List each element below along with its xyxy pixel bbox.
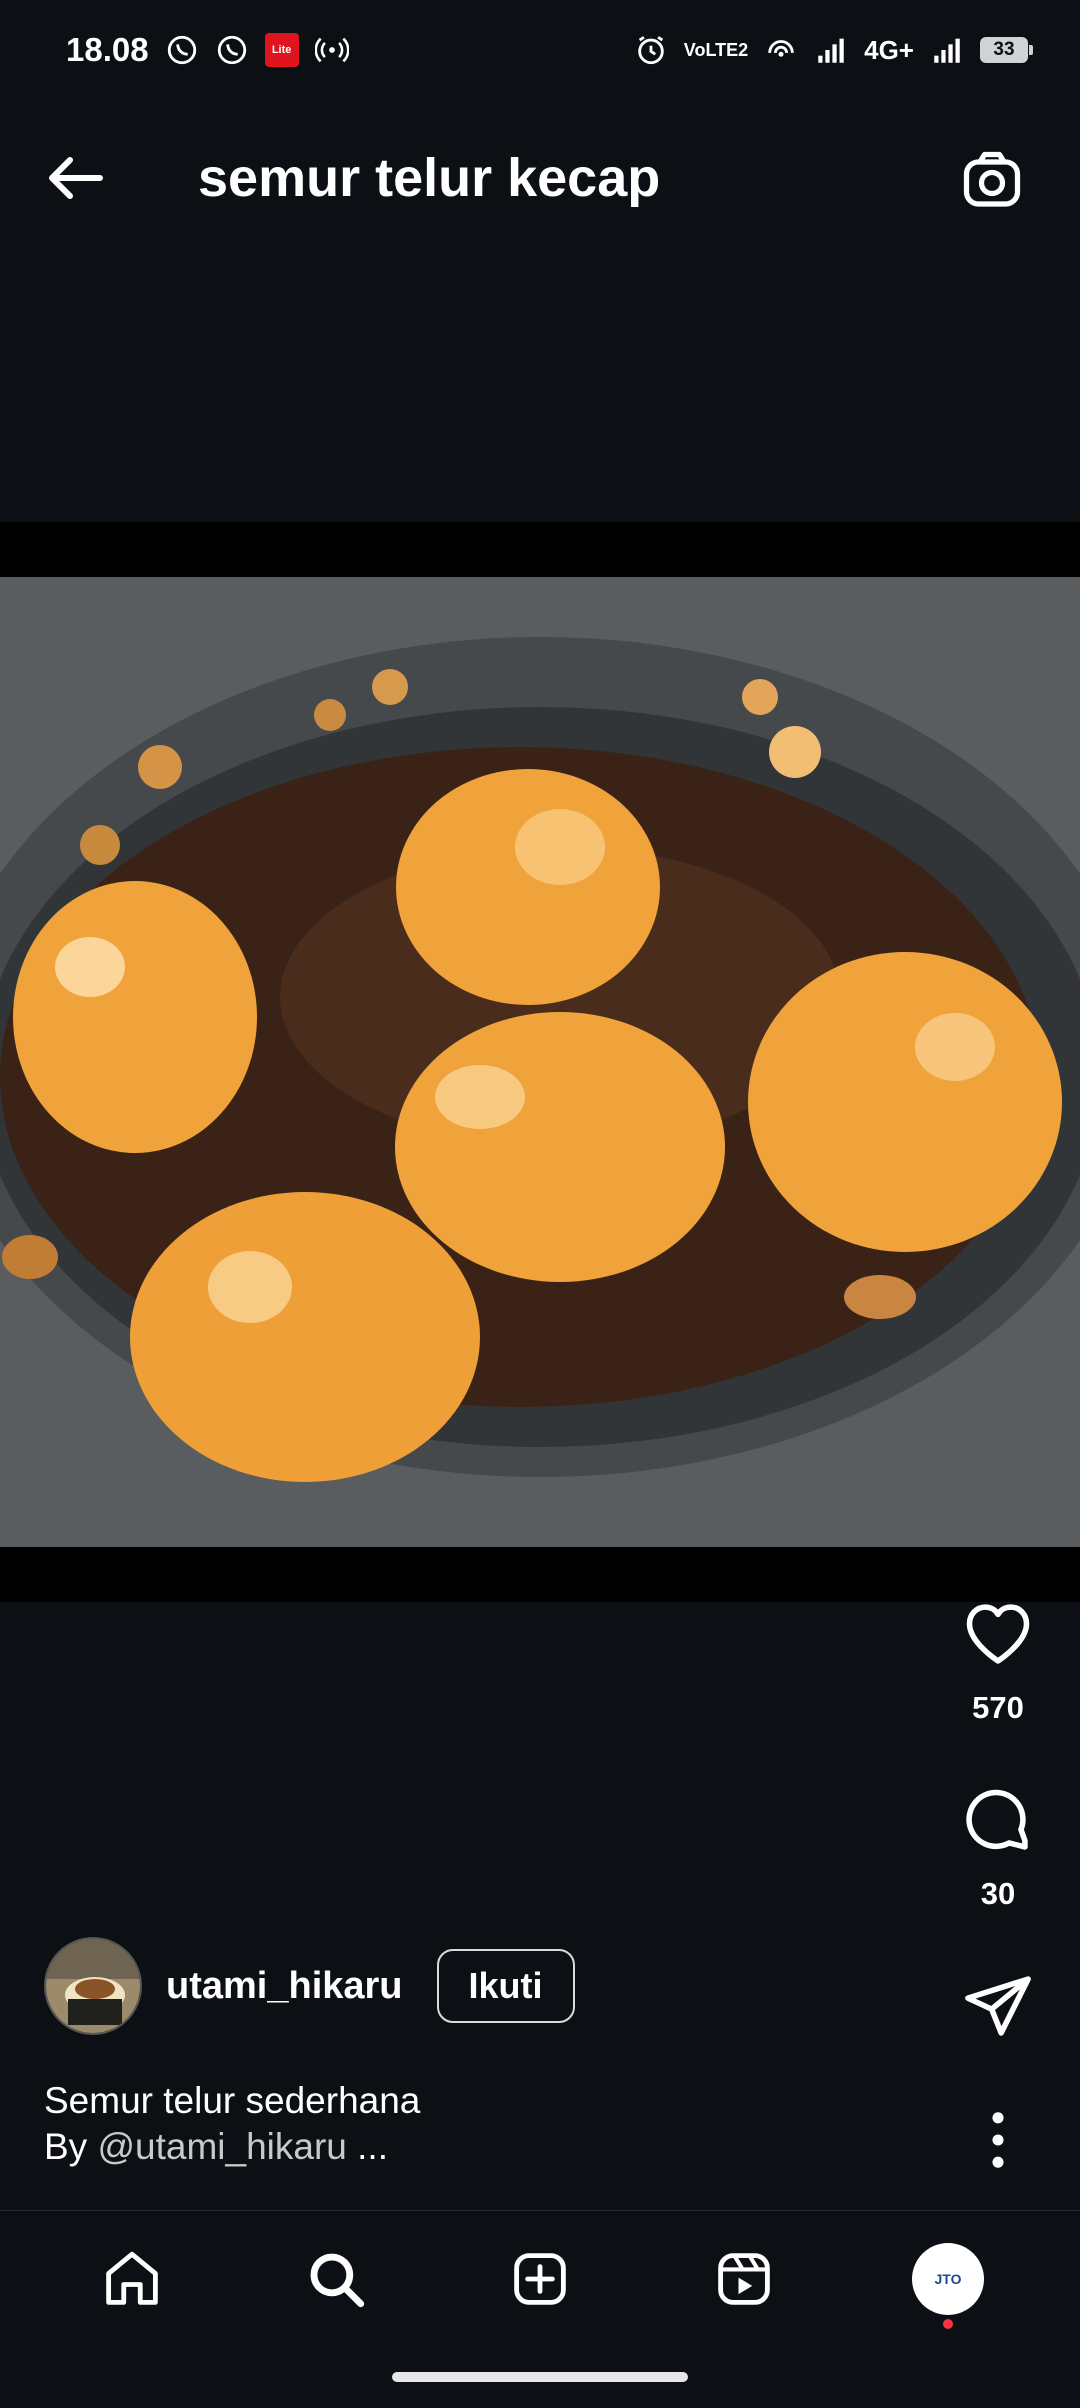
post-video[interactable]: [0, 522, 1080, 1602]
nav-home[interactable]: [92, 2239, 172, 2319]
signal-icon: [818, 38, 844, 63]
like-button[interactable]: 570: [950, 1596, 1046, 1726]
caption-line: By @utami_hikaru ...: [44, 2124, 420, 2170]
profile-avatar: JTO: [912, 2242, 984, 2315]
caption-line: Semur telur sederhana: [44, 2080, 421, 2121]
signal-icon: [934, 38, 960, 63]
whatsapp-icon: [217, 35, 246, 65]
alarm-icon: [638, 36, 664, 65]
volte-indicator: VoLTE2: [683, 40, 749, 60]
bottom-navigation: JTO: [0, 2210, 1080, 2346]
top-bar: semur telur kecap: [0, 100, 1080, 255]
status-bar: 18.08 Lite VoLTE2 4G+ 33: [0, 0, 1080, 100]
nav-profile[interactable]: JTO: [908, 2239, 988, 2329]
camera-icon[interactable]: [956, 144, 1028, 216]
caption-by: By: [44, 2126, 98, 2167]
follow-button[interactable]: Ikuti: [436, 1949, 575, 2023]
avatar[interactable]: [44, 1937, 142, 2035]
status-right: VoLTE2 4G+ 33: [634, 33, 1033, 67]
home-icon: [106, 2251, 158, 2305]
nav-search[interactable]: [296, 2239, 376, 2319]
status-left: 18.08 Lite: [66, 31, 349, 69]
add-post-icon: [514, 2252, 566, 2305]
like-count: 570: [972, 1690, 1024, 1725]
send-icon: [965, 1976, 1031, 2036]
comment-count: 30: [980, 1876, 1016, 1911]
reels-icon: [718, 2252, 770, 2305]
share-button[interactable]: [950, 1968, 1046, 2044]
network-type: 4G+: [864, 34, 914, 65]
caption-mention[interactable]: @utami_hikaru: [97, 2126, 346, 2167]
status-time: 18.08: [66, 31, 149, 68]
nav-reels[interactable]: [704, 2239, 784, 2319]
notification-dot: [943, 2318, 953, 2329]
wifi-calling-icon: [768, 40, 794, 57]
comment-icon: [966, 1789, 1028, 1850]
heart-icon: [966, 1604, 1030, 1664]
more-vertical-icon: [992, 2112, 1004, 2168]
lite-app-icon: Lite: [264, 33, 299, 67]
post-caption[interactable]: Semur telur sederhana By @utami_hikaru .…: [44, 2078, 420, 2170]
whatsapp-icon: [167, 35, 196, 65]
post-author: utami_hikaru Ikuti: [44, 1936, 575, 2036]
page-title: semur telur kecap: [198, 148, 661, 208]
comment-button[interactable]: 30: [950, 1782, 1046, 1912]
search-icon: [310, 2253, 365, 2307]
avatar-image: [46, 1939, 140, 2033]
home-indicator[interactable]: [392, 2372, 688, 2382]
food-image: [0, 577, 1080, 1547]
battery-icon: 33: [980, 37, 1033, 63]
nav-create[interactable]: [500, 2239, 580, 2319]
hotspot-icon: [314, 37, 349, 63]
username[interactable]: utami_hikaru: [166, 1965, 403, 2008]
back-arrow-icon[interactable]: [40, 142, 112, 214]
more-options-button[interactable]: [950, 2102, 1046, 2178]
caption-more[interactable]: ...: [347, 2126, 388, 2167]
